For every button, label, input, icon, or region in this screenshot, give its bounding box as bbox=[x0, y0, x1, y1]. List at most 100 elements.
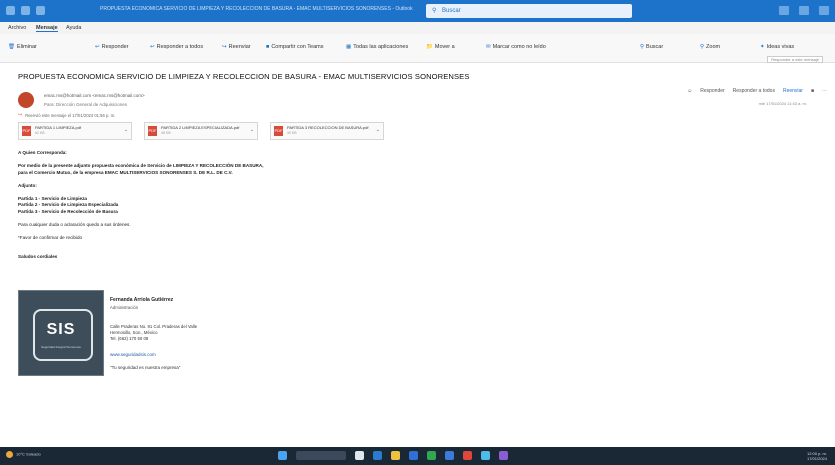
ribbon-toolbar: 🗑 Eliminar ↩ Responder ↩ Responder a todos … bbox=[0, 34, 835, 63]
reply-label: Responder bbox=[101, 44, 129, 50]
chevron-down-icon[interactable]: ⌄ bbox=[250, 127, 254, 133]
reply-all-label: Responder a todos bbox=[156, 44, 204, 50]
logo-subtitle: Seguridad Integral Sonorense bbox=[41, 345, 81, 349]
all-apps-button[interactable]: ▦ Todas las aplicaciones bbox=[346, 44, 408, 50]
mark-unread-button[interactable]: ✉ Marcar como no leído bbox=[486, 44, 546, 50]
find-button[interactable]: ⚲ Buscar bbox=[640, 44, 663, 50]
menu-bar: Archivo Mensaje Ayuda bbox=[0, 22, 835, 34]
word-icon[interactable] bbox=[445, 451, 454, 460]
search-box[interactable]: ⚲ Buscar bbox=[426, 4, 632, 18]
intro-line-1: Por medio de la presente adjunto propues… bbox=[18, 163, 264, 168]
folder-icon: 📁 bbox=[426, 44, 433, 50]
sender-address[interactable]: emac.ms@hotmail.com <emac.ms@hotmail.com… bbox=[44, 93, 145, 98]
print-icon[interactable] bbox=[36, 6, 45, 15]
window-title: PROPUESTA ECONOMICA SERVICIO DE LIMPIEZA… bbox=[100, 6, 413, 12]
email-subject: PROPUESTA ECONOMICA SERVICIO DE LIMPIEZA… bbox=[18, 72, 470, 81]
reply-all-icon: ↩ bbox=[150, 44, 155, 50]
reply-button[interactable]: ↩ Responder bbox=[95, 44, 129, 50]
ideas-button[interactable]: ✦ Ideas vivas bbox=[760, 44, 794, 50]
message-date: mié 17/01/2024 11:43 a. m. bbox=[758, 101, 807, 106]
more-icon[interactable]: ⋯ bbox=[822, 88, 827, 94]
forward-label: Reenviar bbox=[228, 44, 251, 50]
company-logo: SIS Seguridad Integral Sonorense bbox=[18, 290, 104, 376]
undo-icon[interactable] bbox=[21, 6, 30, 15]
move-button[interactable]: 📁 Mover a bbox=[426, 44, 455, 50]
weather-text: 10°C Soleado bbox=[16, 451, 41, 457]
apps-icon: ▦ bbox=[346, 44, 352, 50]
taskbar-apps bbox=[278, 451, 508, 460]
teams-action-icon[interactable]: ■ bbox=[811, 88, 814, 94]
sender-avatar[interactable] bbox=[18, 92, 34, 108]
attachment-name: PARTIDA 3 RECOLECCION DE BASURA.pdf bbox=[287, 125, 369, 130]
app-icon[interactable] bbox=[481, 451, 490, 460]
share-teams-button[interactable]: ■ Compartir con Teams bbox=[266, 44, 324, 50]
pdf-icon: PDF bbox=[274, 126, 283, 136]
chevron-down-icon[interactable]: ⌄ bbox=[124, 127, 128, 133]
find-label: Buscar bbox=[646, 44, 664, 50]
menu-mensaje[interactable]: Mensaje bbox=[36, 25, 58, 32]
attachment-name: PARTIDA 1 LIMPIEZA.pdf bbox=[35, 125, 82, 130]
taskbar: 10°C Soleado 12:00 p. m. 17/01/2024 bbox=[0, 447, 835, 465]
message-actions: ☺ Responder Responder a todos Reenviar ■… bbox=[687, 88, 827, 94]
teams-taskbar-icon[interactable] bbox=[499, 451, 508, 460]
explorer-icon[interactable] bbox=[391, 451, 400, 460]
task-view-icon[interactable] bbox=[355, 451, 364, 460]
menu-ayuda[interactable]: Ayuda bbox=[66, 25, 82, 31]
forward-info-icon: ↪ bbox=[18, 112, 23, 118]
signature-name: Fernanda Arriola Gutiérrez bbox=[110, 297, 174, 303]
quick-access-toolbar bbox=[6, 6, 45, 15]
forwarded-text: Reenvió este mensaje el 17/01/2024 01:56… bbox=[25, 112, 116, 118]
email-body: A Quien Corresponda: Por medio de la pre… bbox=[18, 150, 263, 261]
attachment[interactable]: PDF PARTIDA 3 RECOLECCION DE BASURA.pdf … bbox=[270, 122, 384, 140]
signature-quote: "Tu seguridad es nuestra empresa" bbox=[110, 365, 181, 370]
clock-date: 17/01/2024 bbox=[806, 456, 827, 461]
reply-all-button[interactable]: ↩ Responder a todos bbox=[150, 44, 203, 50]
phone: Tel. (662) 170 50 08 bbox=[110, 336, 149, 341]
ideas-label: Ideas vivas bbox=[766, 44, 795, 50]
zoom-icon: ⚲ bbox=[700, 44, 705, 50]
attachment-size: 62 KB bbox=[35, 131, 45, 135]
system-tray[interactable]: 12:00 p. m. 17/01/2024 bbox=[807, 451, 827, 461]
attachment-name: PARTIDA 2 LIMPIEZA ESPECIALIZADA.pdf bbox=[161, 125, 240, 130]
forward-button[interactable]: ↪ Reenviar bbox=[222, 44, 251, 50]
attachments-row: PDF PARTIDA 1 LIMPIEZA.pdf 62 KB ⌄ PDF P… bbox=[18, 122, 384, 140]
action-reply-all[interactable]: Responder a todos bbox=[733, 88, 775, 94]
share-teams-label: Compartir con Teams bbox=[271, 44, 324, 50]
close-icon[interactable] bbox=[819, 6, 829, 15]
attachment-size: 48 KB bbox=[161, 131, 171, 135]
zoom-label: Zoom bbox=[706, 44, 721, 50]
attachment[interactable]: PDF PARTIDA 2 LIMPIEZA ESPECIALIZADA.pdf… bbox=[144, 122, 258, 140]
teams-icon: ■ bbox=[266, 44, 270, 50]
outlook-icon[interactable] bbox=[409, 451, 418, 460]
all-apps-label: Todas las aplicaciones bbox=[353, 44, 409, 50]
attachment[interactable]: PDF PARTIDA 1 LIMPIEZA.pdf 62 KB ⌄ bbox=[18, 122, 132, 140]
website-link[interactable]: www.seguridadsis.com bbox=[110, 352, 156, 357]
delete-button[interactable]: 🗑 Eliminar bbox=[8, 44, 37, 50]
attachment-size: 40 KB bbox=[287, 131, 297, 135]
reply-icon: ↩ bbox=[95, 44, 100, 50]
minimize-icon[interactable] bbox=[779, 6, 789, 15]
tooltip: Responder a este mensaje bbox=[767, 56, 823, 63]
edge-icon[interactable] bbox=[373, 451, 382, 460]
sun-icon bbox=[6, 451, 13, 458]
signature-address: Calle Praderas No. 91 Col. Praderas del … bbox=[110, 324, 197, 342]
intro-line-2: para el Comercio Mutuo, de la empresa EM… bbox=[18, 169, 233, 175]
lightbulb-icon: ✦ bbox=[760, 44, 765, 50]
envelope-icon: ✉ bbox=[486, 44, 491, 50]
excel-icon[interactable] bbox=[427, 451, 436, 460]
action-reply[interactable]: Responder bbox=[700, 88, 724, 94]
zoom-button[interactable]: ⚲ Zoom bbox=[700, 44, 720, 50]
weather-widget[interactable]: 10°C Soleado bbox=[6, 451, 41, 458]
start-icon[interactable] bbox=[278, 451, 287, 460]
chevron-down-icon[interactable]: ⌄ bbox=[376, 127, 380, 133]
app-icon[interactable] bbox=[463, 451, 472, 460]
pdf-icon: PDF bbox=[22, 126, 31, 136]
emoji-icon[interactable]: ☺ bbox=[687, 88, 692, 94]
taskbar-search[interactable] bbox=[296, 451, 346, 460]
search-placeholder: Buscar bbox=[442, 8, 461, 14]
save-icon[interactable] bbox=[6, 6, 15, 15]
menu-archivo[interactable]: Archivo bbox=[8, 25, 26, 31]
maximize-icon[interactable] bbox=[799, 6, 809, 15]
action-forward[interactable]: Reenviar bbox=[783, 88, 803, 94]
find-icon: ⚲ bbox=[640, 44, 645, 50]
